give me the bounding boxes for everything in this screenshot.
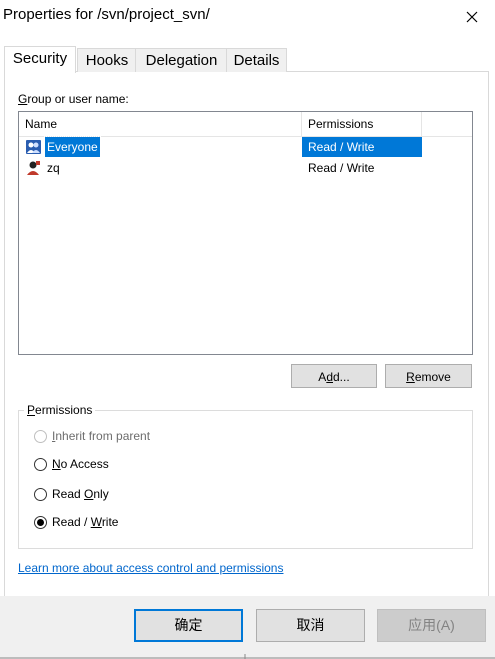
cancel-button[interactable]: 取消: [256, 609, 365, 642]
radio-label: Inherit from parent: [52, 429, 151, 443]
radio-read-only[interactable]: Read Only: [34, 485, 109, 503]
radio-button: [34, 487, 47, 501]
list-item-name: zq: [47, 161, 60, 175]
title-bar: Properties for /svn/project_svn/: [0, 0, 495, 36]
radio-read-write[interactable]: Read / Write: [34, 513, 118, 531]
column-header-name[interactable]: Name: [19, 112, 302, 136]
radio-label: No Access: [52, 457, 109, 471]
close-icon: [466, 11, 478, 23]
window-title: Properties for /svn/project_svn/: [3, 6, 210, 23]
tab-hooks[interactable]: Hooks: [77, 48, 137, 72]
tab-delegation[interactable]: Delegation: [135, 48, 228, 72]
user-icon: [27, 161, 40, 175]
remove-button[interactable]: Remove: [385, 364, 472, 388]
group-or-user-label: Group or user name:: [18, 92, 129, 106]
close-button[interactable]: [449, 0, 495, 34]
apply-button[interactable]: 应用(A): [377, 609, 486, 642]
radio-no-access[interactable]: No Access: [34, 455, 109, 473]
radio-dot: [37, 518, 44, 526]
tab-security[interactable]: Security: [4, 46, 76, 73]
radio-inherit-from-parent[interactable]: Inherit from parent: [34, 427, 150, 445]
radio-button-checked: [34, 515, 47, 529]
permissions-legend: Permissions: [24, 403, 96, 417]
list-item-zq[interactable]: zq Read / Write: [19, 158, 422, 179]
list-item-everyone[interactable]: Everyone Read / Write: [19, 136, 422, 158]
radio-label: Read Only: [52, 487, 109, 501]
column-header-permissions[interactable]: Permissions: [302, 112, 422, 136]
list-item-permissions: Read / Write: [308, 161, 375, 175]
list-item-name: Everyone: [44, 136, 101, 158]
radio-button: [34, 429, 47, 443]
tab-details[interactable]: Details: [226, 48, 287, 72]
learn-more-link[interactable]: Learn more about access control and perm…: [18, 561, 283, 575]
add-button[interactable]: Add...: [291, 364, 377, 388]
ok-button[interactable]: 确定: [134, 609, 243, 642]
group-icon: [26, 140, 41, 154]
list-item-permissions: Read / Write: [308, 140, 375, 154]
radio-button: [34, 457, 47, 471]
user-list[interactable]: Name Permissions Everyone Read / Write z…: [18, 111, 473, 355]
radio-label: Read / Write: [52, 515, 119, 529]
taskbar-edge: [0, 654, 495, 659]
list-header: Name Permissions: [19, 112, 472, 137]
